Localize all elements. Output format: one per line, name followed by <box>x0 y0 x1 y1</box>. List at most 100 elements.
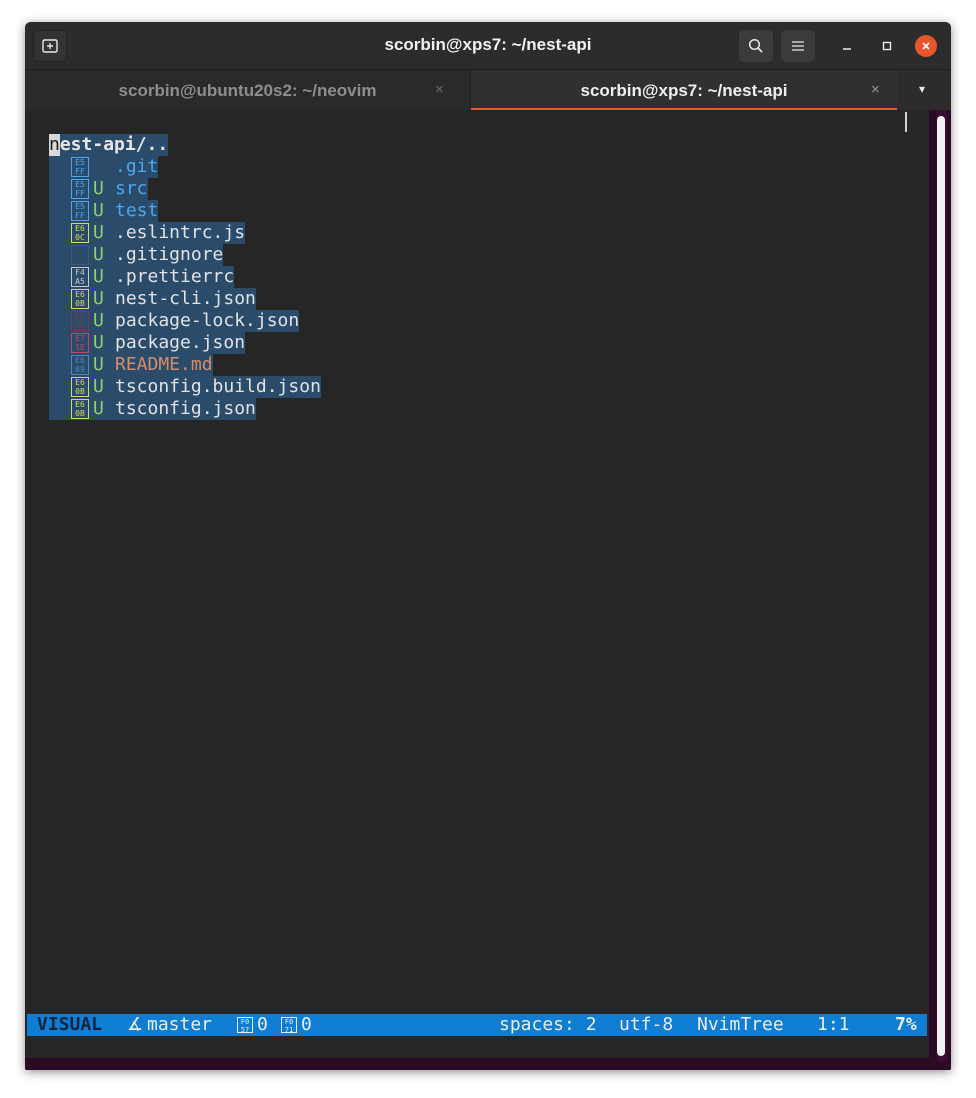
tree-entry[interactable]: E6 09 U README.md <box>49 354 213 376</box>
cursor-position: 1:1 <box>817 1014 850 1035</box>
maximize-button[interactable] <box>875 34 899 58</box>
git-status: U <box>93 200 104 221</box>
file-type-icon: E6 0B <box>71 377 89 397</box>
git-status: U <box>93 310 104 331</box>
file-name: package-lock.json <box>115 310 300 331</box>
warning-icon: F0 71 <box>281 1017 297 1034</box>
sign-column <box>49 156 71 178</box>
tree-root[interactable]: nest-api/.. <box>49 134 169 156</box>
file-type-icon: E7 1E <box>71 333 89 353</box>
sign-column <box>49 332 71 354</box>
cursor-char: n <box>49 134 60 156</box>
menu-button[interactable] <box>781 30 815 62</box>
sign-column <box>49 376 71 398</box>
sign-column <box>49 310 71 332</box>
close-icon <box>922 42 930 50</box>
tree-entry[interactable]: E5 FF Usrc <box>49 178 148 200</box>
tab-close-icon[interactable]: × <box>435 81 444 98</box>
sign-column <box>49 200 71 222</box>
file-type-icon <box>71 245 89 265</box>
statusline: VISUAL ∡ master F0 57 0 F0 71 0 spaces: … <box>27 1014 927 1036</box>
sign-column <box>49 354 71 376</box>
selection-highlight: E6 0B Utsconfig.build.json <box>71 376 321 398</box>
tab-close-icon[interactable]: × <box>871 81 880 98</box>
indent-setting: spaces: 2 <box>499 1014 597 1035</box>
error-icon: F0 57 <box>237 1017 253 1034</box>
terminal-window: scorbin@xps7: ~/nest-api scorbin@ubuntu2… <box>25 22 951 1070</box>
selection-highlight: E5 FF .git <box>71 156 159 178</box>
git-status: U <box>93 266 104 287</box>
search-icon <box>748 38 763 53</box>
warning-count: 0 <box>301 1014 312 1035</box>
sign-column <box>49 266 71 288</box>
file-name: tsconfig.json <box>115 398 256 419</box>
file-type-icon: E6 0B <box>71 289 89 309</box>
file-encoding: utf-8 <box>619 1014 674 1035</box>
close-button[interactable] <box>915 35 937 57</box>
sign-column <box>49 288 71 310</box>
git-status: U <box>93 288 104 309</box>
maximize-icon <box>882 41 892 51</box>
file-type-icon: E6 09 <box>71 355 89 375</box>
tab-label: scorbin@xps7: ~/nest-api <box>580 81 788 100</box>
git-status: U <box>93 398 104 419</box>
selection-highlight: E7 1E Upackage-lock.json <box>71 310 300 332</box>
tree-entry[interactable]: F4 A5 U .prettierrc <box>49 266 235 288</box>
file-name: nest-cli.json <box>115 288 256 309</box>
git-branch-icon: ∡ <box>127 1014 144 1035</box>
tree-entry[interactable]: E6 0C U .eslintrc.js <box>49 222 246 244</box>
sign-column <box>49 178 71 200</box>
scrollbar[interactable] <box>937 110 947 1062</box>
tree-entry[interactable]: E6 0B Utsconfig.build.json <box>49 376 321 398</box>
tree-entry[interactable]: E7 1E Upackage.json <box>49 332 246 354</box>
file-name: .gitignore <box>115 244 224 265</box>
folder-name: src <box>115 178 148 199</box>
tree-root-label: est-api/.. <box>59 134 169 156</box>
command-line[interactable] <box>25 1036 929 1058</box>
git-status: U <box>93 178 104 199</box>
tree-entry[interactable]: E5 FF Utest <box>49 200 159 222</box>
folder-name: .git <box>115 156 159 177</box>
minimize-button[interactable] <box>835 34 859 58</box>
minimize-icon <box>843 48 851 50</box>
file-type-icon: E6 0C <box>71 223 89 243</box>
tab-bar: scorbin@ubuntu20s2: ~/neovim × scorbin@x… <box>25 69 951 111</box>
nvim-tree-pane[interactable]: nest-api/.. E5 FF .git E5 FF Usrc E5 FF Utest… <box>25 110 929 1036</box>
search-button[interactable] <box>739 30 773 62</box>
file-name: package.json <box>115 332 246 353</box>
folder-name: test <box>115 200 159 221</box>
tab-dropdown-icon[interactable]: ▾ <box>919 82 925 96</box>
error-count: 0 <box>257 1014 268 1035</box>
selection-highlight: E6 0B Unest-cli.json <box>71 288 256 310</box>
tree-entry[interactable]: E6 0B Utsconfig.json <box>49 398 256 420</box>
file-type-icon: E7 1E <box>71 311 89 331</box>
file-type-icon: F4 A5 <box>71 267 89 287</box>
git-status: U <box>93 222 104 243</box>
tree-entry[interactable]: E7 1E Upackage-lock.json <box>49 310 300 332</box>
selection-highlight: U .gitignore <box>71 244 224 266</box>
title-bar: scorbin@xps7: ~/nest-api <box>25 22 951 69</box>
selection-highlight: F4 A5 U .prettierrc <box>71 266 235 288</box>
selection-highlight: E5 FF Usrc <box>71 178 148 200</box>
tab-neovim[interactable]: scorbin@ubuntu20s2: ~/neovim × <box>25 70 471 111</box>
tab-nest-api[interactable]: scorbin@xps7: ~/nest-api × <box>471 70 897 111</box>
selection-highlight: E6 0C U .eslintrc.js <box>71 222 246 244</box>
tree-entry[interactable]: U .gitignore <box>49 244 224 266</box>
selection-highlight: E7 1E Upackage.json <box>71 332 246 354</box>
git-status: U <box>93 376 104 397</box>
git-branch: master <box>147 1014 213 1035</box>
terminal-area[interactable]: nest-api/.. E5 FF .git E5 FF Usrc E5 FF Utest… <box>25 110 951 1070</box>
selection-highlight: E6 0B Utsconfig.json <box>71 398 256 420</box>
file-type-icon: E5 FF <box>71 157 89 177</box>
git-status: U <box>93 244 104 265</box>
selection-highlight: E6 09 U README.md <box>71 354 213 376</box>
file-type-icon: E5 FF <box>71 179 89 199</box>
file-name: .eslintrc.js <box>115 222 246 243</box>
tree-entry[interactable]: E6 0B Unest-cli.json <box>49 288 256 310</box>
file-name: README.md <box>115 354 213 375</box>
file-type-icon: E5 FF <box>71 201 89 221</box>
scrollbar-thumb[interactable] <box>937 116 945 1056</box>
file-name: .prettierrc <box>115 266 235 287</box>
file-name: tsconfig.build.json <box>115 376 321 397</box>
tree-entry[interactable]: E5 FF .git <box>49 156 159 178</box>
